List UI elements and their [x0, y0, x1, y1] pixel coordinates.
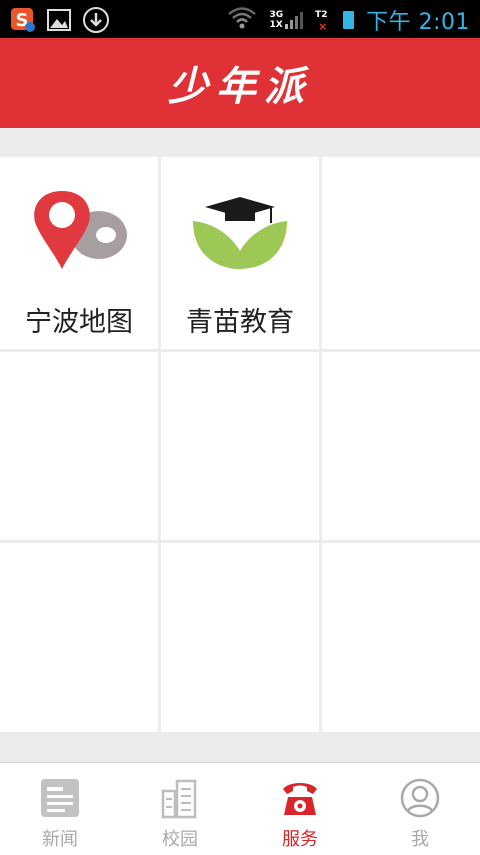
status-bar: S 3G 1X T2 × 下午 2:01 [0, 0, 480, 38]
sim-indicator-icon: T2 × [315, 10, 328, 33]
services-grid: 宁波地图 青苗教育 [0, 157, 480, 732]
wifi-icon [227, 6, 257, 34]
map-pin-icon [24, 187, 134, 277]
service-label: 宁波地图 [25, 307, 133, 338]
service-qingmiao-education[interactable]: 青苗教育 [161, 157, 319, 349]
battery-icon [343, 11, 355, 29]
tab-label: 校园 [162, 829, 198, 850]
tab-label: 我 [411, 829, 429, 850]
graduation-sprout-icon [185, 187, 295, 277]
newspaper-icon [39, 777, 81, 819]
service-label: 青苗教育 [186, 307, 294, 338]
building-icon [159, 777, 201, 819]
user-icon [399, 777, 441, 819]
tab-label: 服务 [282, 829, 318, 850]
app-header: 少年派 [0, 38, 480, 128]
telephone-icon [279, 777, 321, 819]
tab-me[interactable]: 我 [360, 763, 480, 855]
service-empty-cell [161, 543, 319, 732]
signal-icon: 3G 1X [269, 9, 304, 31]
tab-campus[interactable]: 校园 [120, 763, 240, 855]
service-empty-cell [322, 352, 480, 540]
bottom-tab-bar: 新闻 校园 服务 我 [0, 762, 480, 855]
tab-label: 新闻 [42, 829, 78, 850]
image-notification-icon [46, 7, 72, 37]
app-title: 少年派 [168, 63, 312, 110]
service-empty-cell [322, 543, 480, 732]
service-ningbo-map[interactable]: 宁波地图 [0, 157, 158, 349]
service-empty-cell [0, 543, 158, 732]
service-empty-cell [161, 352, 319, 540]
service-empty-cell [0, 352, 158, 540]
download-icon [82, 6, 110, 38]
tab-news[interactable]: 新闻 [0, 763, 120, 855]
service-empty-cell [322, 157, 480, 349]
status-time: 下午 2:01 [366, 10, 470, 35]
sogou-input-icon: S [10, 7, 36, 37]
tab-services[interactable]: 服务 [240, 763, 360, 855]
